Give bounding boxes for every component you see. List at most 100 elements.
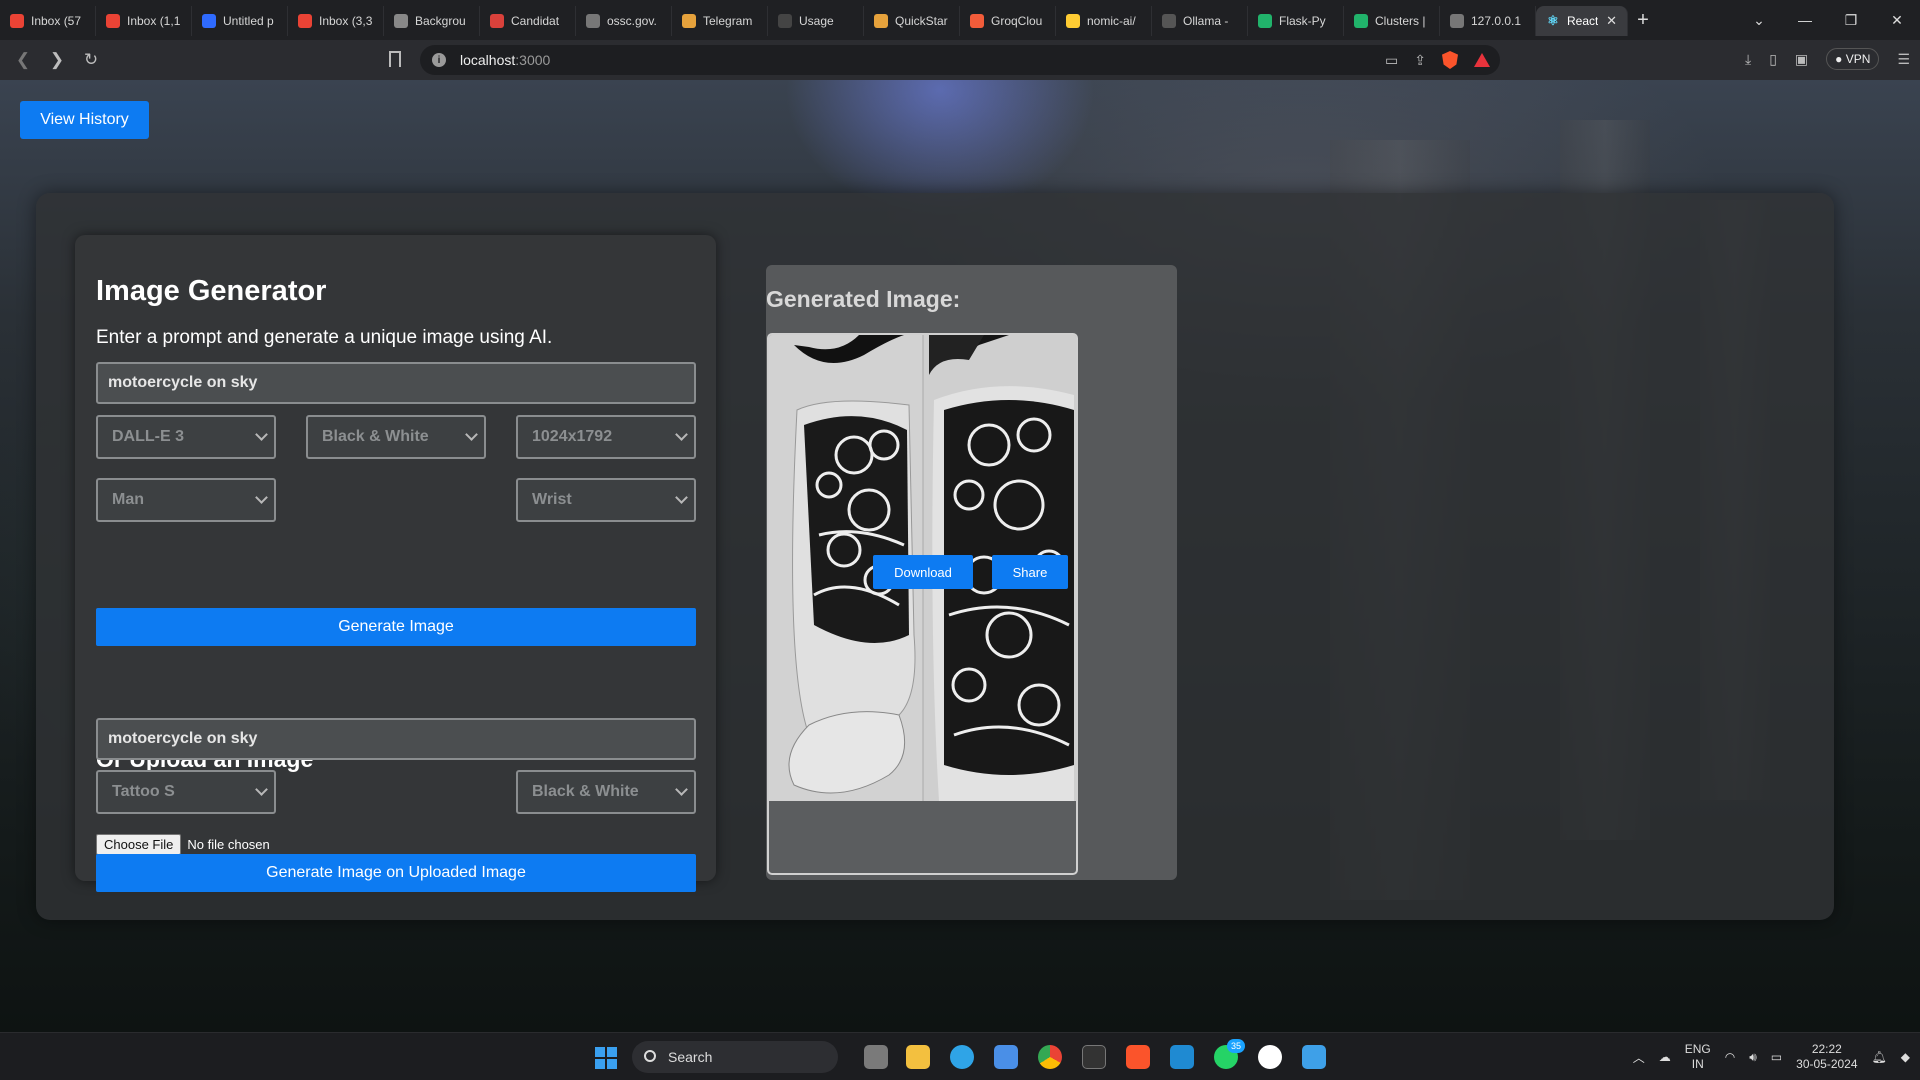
bookmark-icon[interactable] [389, 51, 401, 67]
window-controls: ⌄ — ❐ ✕ [1736, 0, 1920, 40]
windows-taskbar: Search 35 ︿ ☁ ENG IN ◠ 🔊︎ ▭ 22:22 30-05-… [0, 1032, 1920, 1080]
vscode-icon[interactable] [1170, 1045, 1194, 1069]
close-tab-icon[interactable]: ✕ [1606, 13, 1617, 29]
store-icon[interactable] [994, 1045, 1018, 1069]
globe-icon [586, 14, 600, 28]
tab[interactable]: Untitled p [192, 6, 288, 36]
tab[interactable]: Inbox (57 [0, 6, 96, 36]
sidebar-icon[interactable]: ▯ [1769, 51, 1777, 68]
chrome-icon[interactable] [1038, 1045, 1062, 1069]
onedrive-icon[interactable]: ☁ [1659, 1050, 1671, 1064]
back-icon[interactable]: ❮ [6, 50, 40, 70]
placement-select[interactable]: Wrist [516, 478, 696, 522]
file-explorer-icon[interactable] [906, 1045, 930, 1069]
windows-start-icon[interactable] [595, 1047, 617, 1069]
model-select[interactable]: DALL-E 3 [96, 415, 276, 459]
download-icon[interactable]: ⤓ [1745, 51, 1751, 68]
style-select[interactable]: Black & White [306, 415, 486, 459]
tattoo-type-select-value: Tattoo S [112, 783, 175, 800]
hf-icon [1066, 14, 1080, 28]
tab-label: Untitled p [223, 14, 274, 28]
tab-label: Ollama - [1183, 14, 1229, 28]
tab-label: Flask-Py [1279, 14, 1326, 28]
upload-prompt-input[interactable]: motoercycle on sky [96, 718, 696, 760]
copilot-icon[interactable]: ◆ [1901, 1050, 1910, 1064]
wallet-icon[interactable]: ▣ [1795, 51, 1808, 68]
battery-icon[interactable]: ▭ [1771, 1050, 1782, 1064]
clock[interactable]: 22:22 30-05-2024 [1796, 1042, 1857, 1072]
chevron-down-icon [675, 783, 688, 796]
download-button[interactable]: Download [873, 555, 973, 589]
tattoo-type-select[interactable]: Tattoo S [96, 770, 276, 814]
brave-shields-icon[interactable] [1442, 51, 1458, 69]
view-history-button[interactable]: View History [20, 101, 149, 139]
minimize-button[interactable]: — [1782, 12, 1828, 28]
wifi-icon[interactable]: ◠ [1725, 1050, 1735, 1064]
style-select-value: Black & White [322, 428, 429, 445]
size-select[interactable]: 1024x1792 [516, 415, 696, 459]
menu-icon[interactable]: ☰ [1897, 51, 1910, 68]
tab[interactable]: QuickStar [864, 6, 960, 36]
tab[interactable]: 127.0.0.1 [1440, 6, 1536, 36]
site-info-icon[interactable]: i [432, 53, 446, 67]
tab[interactable]: Clusters | [1344, 6, 1440, 36]
url-port: :3000 [515, 52, 551, 68]
generate-image-button[interactable]: Generate Image [96, 608, 696, 646]
tab[interactable]: Candidat [480, 6, 576, 36]
generate-uploaded-button[interactable]: Generate Image on Uploaded Image [96, 854, 696, 892]
generator-panel: Image Generator Enter a prompt and gener… [75, 235, 716, 892]
tab-label: QuickStar [895, 14, 948, 28]
choose-file-button[interactable]: Choose File [96, 834, 182, 855]
share-button[interactable]: Share [992, 555, 1068, 589]
close-window-button[interactable]: ✕ [1874, 12, 1920, 29]
chevron-down-icon [675, 491, 688, 504]
gender-select[interactable]: Man [96, 478, 276, 522]
volume-icon[interactable]: 🔊︎ [1749, 1050, 1757, 1065]
address-bar-icons: ▭ ⇪ [1385, 51, 1490, 69]
system-tray: ︿ ☁ ENG IN ◠ 🔊︎ ▭ 22:22 30-05-2024 🔔︎ ◆ [1633, 1033, 1910, 1080]
reload-icon[interactable]: ↻ [74, 50, 108, 70]
size-select-value: 1024x1792 [532, 428, 613, 445]
tab[interactable]: Ollama - [1152, 6, 1248, 36]
tab[interactable]: Inbox (3,3 [288, 6, 384, 36]
file-status: No file chosen [187, 837, 270, 852]
tab[interactable]: Telegram [672, 6, 768, 36]
notepad-icon[interactable] [1302, 1045, 1326, 1069]
tab-label: Inbox (57 [31, 14, 82, 28]
tab-label: Inbox (1,1 [127, 14, 181, 28]
vpn-button[interactable]: ● VPN [1826, 48, 1880, 70]
share-icon[interactable]: ⇪ [1414, 52, 1426, 69]
cast-icon[interactable]: ▭ [1385, 52, 1398, 69]
tray-chevron-icon[interactable]: ︿ [1633, 1049, 1645, 1066]
tab[interactable]: nomic-ai/ [1056, 6, 1152, 36]
tab-search-icon[interactable]: ⌄ [1736, 12, 1782, 29]
chevron-down-icon [255, 783, 268, 796]
tab[interactable]: GroqClou [960, 6, 1056, 36]
whatsapp-badge: 35 [1227, 1039, 1245, 1053]
tab[interactable]: Usage [768, 6, 864, 36]
restore-button[interactable]: ❐ [1828, 12, 1874, 29]
mongodb-compass-icon[interactable] [1258, 1045, 1282, 1069]
upload-style-select[interactable]: Black & White [516, 770, 696, 814]
tab-active[interactable]: ⚛ React ✕ [1536, 6, 1628, 36]
prompt-input[interactable]: motoercycle on sky [96, 362, 696, 404]
taskbar-search[interactable]: Search [632, 1041, 838, 1073]
brave-icon[interactable] [1126, 1045, 1150, 1069]
task-view-icon[interactable] [864, 1045, 888, 1069]
tab[interactable]: Inbox (1,1 [96, 6, 192, 36]
new-tab-button[interactable]: + [1628, 9, 1658, 32]
terminal-icon[interactable] [1082, 1045, 1106, 1069]
brave-rewards-icon[interactable] [1474, 53, 1490, 67]
address-bar[interactable]: i localhost:3000 ▭ ⇪ [420, 45, 1500, 75]
language-indicator[interactable]: ENG IN [1685, 1042, 1711, 1072]
tab[interactable]: Flask-Py [1248, 6, 1344, 36]
tab[interactable]: Backgrou [384, 6, 480, 36]
result-title: Generated Image: [766, 286, 961, 312]
tab[interactable]: ossc.gov. [576, 6, 672, 36]
placement-select-value: Wrist [532, 491, 572, 508]
model-select-value: DALL-E 3 [112, 428, 184, 445]
forward-icon[interactable]: ❯ [40, 50, 74, 70]
edge-icon[interactable] [950, 1045, 974, 1069]
notification-icon[interactable]: 🔔︎ [1872, 1050, 1887, 1064]
search-icon [644, 1050, 656, 1062]
